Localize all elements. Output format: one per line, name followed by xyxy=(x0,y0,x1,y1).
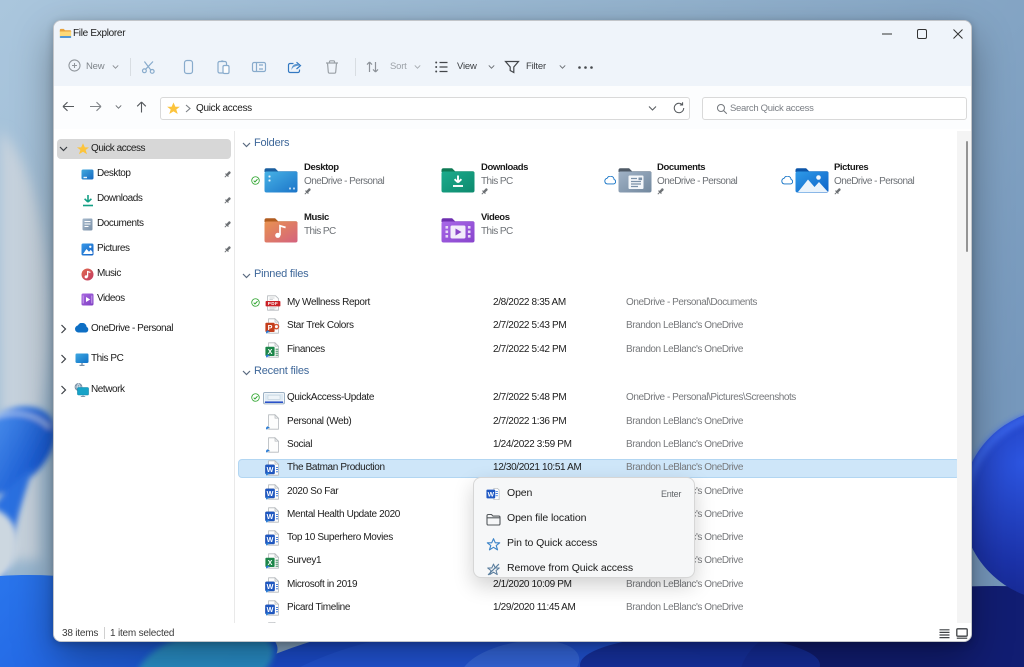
svg-text:PDF: PDF xyxy=(268,301,278,306)
svg-text:X: X xyxy=(268,347,273,356)
svg-text:P: P xyxy=(268,323,273,332)
svg-text:W: W xyxy=(488,491,495,498)
svg-text:X: X xyxy=(268,558,273,567)
